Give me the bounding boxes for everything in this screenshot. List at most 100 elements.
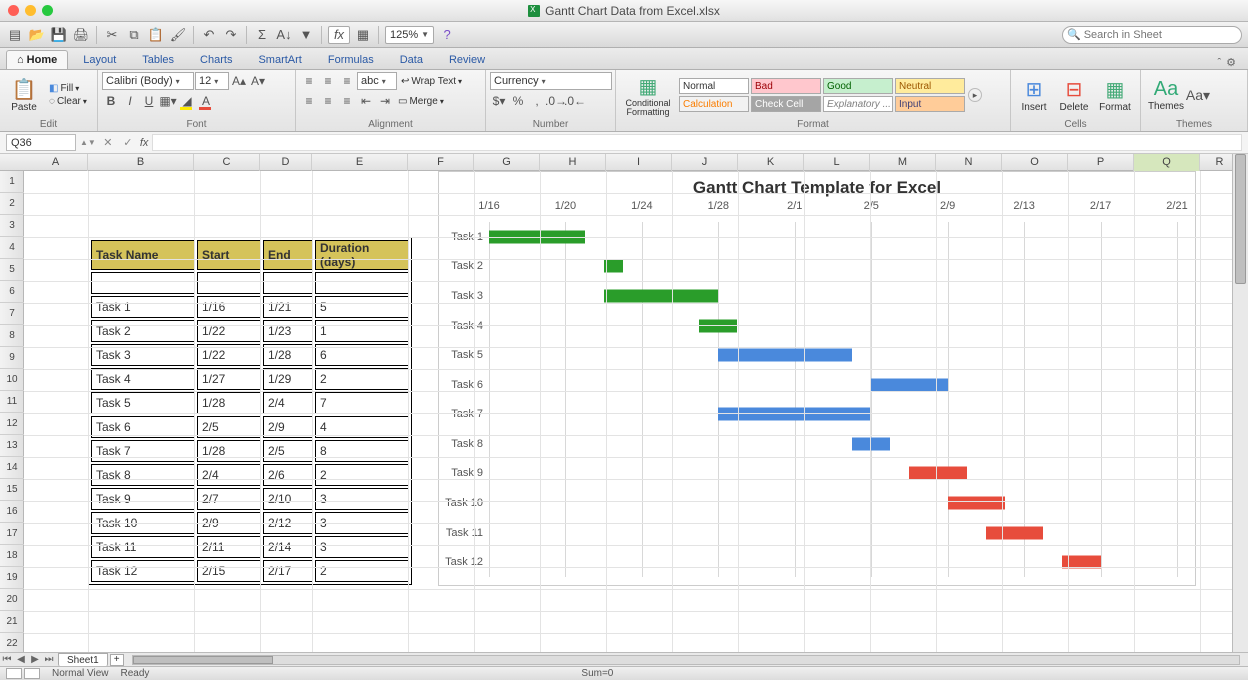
insert-cells-button[interactable]: ⊞Insert xyxy=(1015,73,1053,117)
table-cell[interactable]: 2/10 xyxy=(263,488,313,510)
column-header[interactable]: O xyxy=(1002,154,1068,171)
delete-cells-button[interactable]: ⊟Delete xyxy=(1055,73,1093,117)
table-cell[interactable]: 2/5 xyxy=(263,440,313,462)
column-headers[interactable]: ABCDEFGHIJKLMNOPQR xyxy=(0,154,1232,171)
cut-icon[interactable]: ✂ xyxy=(103,26,121,44)
tab-smartart[interactable]: SmartArt xyxy=(247,50,312,69)
indent-increase-icon[interactable]: ⇥ xyxy=(376,92,394,110)
table-cell[interactable]: 2/14 xyxy=(263,536,313,558)
row-header[interactable]: 12 xyxy=(0,413,24,435)
table-cell[interactable]: 1/28 xyxy=(197,392,261,414)
row-header[interactable]: 22 xyxy=(0,633,24,652)
maximize-icon[interactable] xyxy=(42,5,53,16)
style-check-cell[interactable]: Check Cell xyxy=(751,96,821,112)
column-header[interactable]: F xyxy=(408,154,474,171)
close-icon[interactable] xyxy=(8,5,19,16)
gantt-bar[interactable] xyxy=(909,467,966,480)
table-cell[interactable]: Task 8 xyxy=(91,464,195,486)
table-cell[interactable]: Task 5 xyxy=(91,392,195,414)
table-cell[interactable]: 5 xyxy=(315,296,409,318)
column-header[interactable]: C xyxy=(194,154,260,171)
table-cell[interactable]: 7 xyxy=(315,392,409,414)
normal-view-icon[interactable] xyxy=(6,668,22,679)
fx-label[interactable]: fx xyxy=(140,137,149,149)
table-header[interactable]: Task Name xyxy=(91,240,195,270)
style-calculation[interactable]: Calculation xyxy=(679,96,749,112)
scrollbar-thumb[interactable] xyxy=(133,656,273,664)
clear-button[interactable]: ◌Clear▾ xyxy=(46,95,90,108)
bold-button[interactable]: B xyxy=(102,92,120,110)
column-header[interactable]: B xyxy=(88,154,194,171)
table-cell[interactable]: Task 4 xyxy=(91,368,195,390)
format-painter-icon[interactable]: 🖌 xyxy=(169,26,187,44)
search-box[interactable]: 🔍 xyxy=(1062,26,1242,44)
scrollbar-thumb[interactable] xyxy=(1235,154,1246,284)
copy-icon[interactable]: ⧉ xyxy=(125,26,143,44)
undo-icon[interactable]: ↶ xyxy=(200,26,218,44)
table-cell[interactable]: Task 1 xyxy=(91,296,195,318)
table-cell[interactable]: 1/22 xyxy=(197,320,261,342)
row-header[interactable]: 21 xyxy=(0,611,24,633)
sort-icon[interactable]: A↓ xyxy=(275,26,293,44)
cells-area[interactable]: Task NameStartEndDuration (days)Task 11/… xyxy=(24,171,1232,652)
cancel-formula-icon[interactable]: ✕ xyxy=(100,135,116,151)
column-header[interactable]: H xyxy=(540,154,606,171)
table-cell[interactable]: 2 xyxy=(315,560,409,582)
table-cell[interactable]: 2 xyxy=(315,368,409,390)
tab-home[interactable]: ⌂Home xyxy=(6,50,68,69)
column-header[interactable]: E xyxy=(312,154,408,171)
row-header[interactable]: 18 xyxy=(0,545,24,567)
style-bad[interactable]: Bad xyxy=(751,78,821,94)
row-header[interactable]: 8 xyxy=(0,325,24,347)
table-cell[interactable]: 2/11 xyxy=(197,536,261,558)
fill-color-button[interactable]: ◢ xyxy=(178,92,196,110)
style-explanatory[interactable]: Explanatory ... xyxy=(823,96,893,112)
table-cell[interactable]: 1/29 xyxy=(263,368,313,390)
row-header[interactable]: 16 xyxy=(0,501,24,523)
styles-more-icon[interactable]: ▸ xyxy=(968,88,982,102)
minimize-icon[interactable] xyxy=(25,5,36,16)
table-cell[interactable]: 1/28 xyxy=(197,440,261,462)
row-header[interactable]: 15 xyxy=(0,479,24,501)
merge-button[interactable]: ▭Merge▾ xyxy=(395,92,447,110)
row-header[interactable]: 5 xyxy=(0,259,24,281)
align-center-icon[interactable]: ≡ xyxy=(319,92,337,110)
decrease-font-icon[interactable]: A▾ xyxy=(249,72,267,90)
font-color-button[interactable]: A xyxy=(197,92,215,110)
column-header[interactable]: Q xyxy=(1134,154,1200,171)
table-cell[interactable]: 2/7 xyxy=(197,488,261,510)
row-header[interactable]: 7 xyxy=(0,303,24,325)
column-header[interactable]: M xyxy=(870,154,936,171)
accept-formula-icon[interactable]: ✓ xyxy=(120,135,136,151)
sheet-nav-next-icon[interactable]: ▶ xyxy=(28,654,42,665)
sheet-nav-prev-icon[interactable]: ◀ xyxy=(14,654,28,665)
table-cell[interactable]: 2/6 xyxy=(263,464,313,486)
table-cell[interactable]: 1/21 xyxy=(263,296,313,318)
orientation-button[interactable]: abc▾ xyxy=(357,72,397,90)
row-header[interactable]: 17 xyxy=(0,523,24,545)
column-header[interactable]: A xyxy=(24,154,88,171)
column-header[interactable]: J xyxy=(672,154,738,171)
row-header[interactable]: 3 xyxy=(0,215,24,237)
paste-button[interactable]: 📋Paste xyxy=(4,73,44,117)
increase-decimal-icon[interactable]: .0→ xyxy=(547,92,565,110)
format-cells-button[interactable]: ▦Format xyxy=(1095,73,1135,117)
table-cell[interactable]: 3 xyxy=(315,536,409,558)
tab-data[interactable]: Data xyxy=(389,50,434,69)
row-header[interactable]: 2 xyxy=(0,193,24,215)
column-header[interactable]: D xyxy=(260,154,312,171)
row-header[interactable]: 10 xyxy=(0,369,24,391)
align-middle-icon[interactable]: ≡ xyxy=(319,72,337,90)
filter-icon[interactable]: ▼ xyxy=(297,26,315,44)
table-cell[interactable]: Task 9 xyxy=(91,488,195,510)
row-header[interactable]: 13 xyxy=(0,435,24,457)
border-button[interactable]: ▦▾ xyxy=(159,92,177,110)
table-cell[interactable]: 2/4 xyxy=(197,464,261,486)
autosum-icon[interactable]: Σ xyxy=(253,26,271,44)
gantt-bar[interactable] xyxy=(986,526,1043,539)
collapse-ribbon-icon[interactable]: ˆ xyxy=(1217,57,1221,69)
row-header[interactable]: 19 xyxy=(0,567,24,589)
align-right-icon[interactable]: ≡ xyxy=(338,92,356,110)
help-icon[interactable]: ? xyxy=(438,26,456,44)
tab-review[interactable]: Review xyxy=(438,50,496,69)
